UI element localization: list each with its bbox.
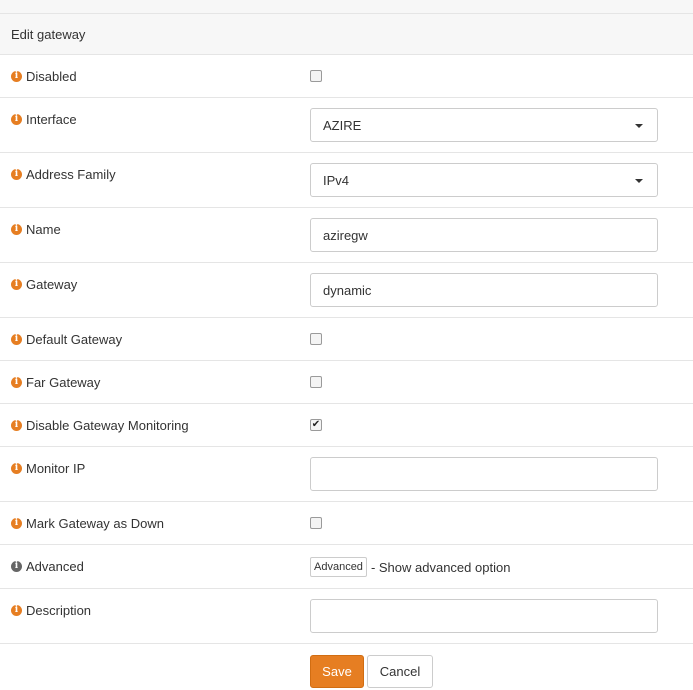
page-title: Edit gateway <box>0 14 693 55</box>
row-default-gateway: i Default Gateway <box>0 318 693 361</box>
caret-down-icon <box>635 124 643 128</box>
mark-down-checkbox[interactable] <box>310 517 322 529</box>
gateway-input-value: dynamic <box>323 282 372 298</box>
top-bar <box>0 0 693 14</box>
row-name: i Name aziregw <box>0 208 693 263</box>
label-disable-monitoring: i Disable Gateway Monitoring <box>11 418 189 433</box>
label-default-gateway: i Default Gateway <box>11 332 122 347</box>
label-text: Address Family <box>26 167 116 182</box>
info-icon[interactable]: i <box>11 224 22 235</box>
label-text: Default Gateway <box>26 332 123 347</box>
row-address-family: i Address Family IPv4 <box>0 153 693 208</box>
label-disabled: i Disabled <box>11 69 77 84</box>
label-description: i Description <box>11 603 91 618</box>
disabled-checkbox[interactable] <box>310 70 322 82</box>
advanced-button[interactable]: Advanced <box>310 557 367 577</box>
label-monitor-ip: i Monitor IP <box>11 461 85 476</box>
info-icon[interactable]: i <box>11 518 22 529</box>
label-text: Gateway <box>26 277 78 292</box>
info-icon[interactable]: i <box>11 377 22 388</box>
row-disable-monitoring: i Disable Gateway Monitoring ✔ <box>0 404 693 447</box>
monitor-ip-input[interactable] <box>310 457 658 491</box>
advanced-control: Advanced - Show advanced option <box>310 557 510 577</box>
advanced-hint: - Show advanced option <box>370 559 511 575</box>
info-icon[interactable]: i <box>11 561 22 572</box>
row-disabled: i Disabled <box>0 55 693 98</box>
label-text: Mark Gateway as Down <box>26 516 164 531</box>
address-family-select[interactable]: IPv4 <box>310 163 658 197</box>
disable-monitoring-checkbox[interactable]: ✔ <box>310 419 322 431</box>
label-mark-down: i Mark Gateway as Down <box>11 516 164 531</box>
info-icon[interactable]: i <box>11 334 22 345</box>
label-address-family: i Address Family <box>11 167 116 182</box>
interface-select[interactable]: AZIRE <box>310 108 658 142</box>
row-monitor-ip: i Monitor IP <box>0 447 693 502</box>
far-gateway-checkbox[interactable] <box>310 376 322 388</box>
label-text: Advanced <box>26 559 84 574</box>
checkmark-icon: ✔ <box>311 419 321 430</box>
info-icon[interactable]: i <box>11 169 22 180</box>
default-gateway-checkbox[interactable] <box>310 333 322 345</box>
info-icon[interactable]: i <box>11 605 22 616</box>
label-text: Name <box>26 222 61 237</box>
label-text: Disable Gateway Monitoring <box>26 418 189 433</box>
info-icon[interactable]: i <box>11 463 22 474</box>
row-description: i Description <box>0 589 693 644</box>
label-text: Description <box>26 603 92 618</box>
label-interface: i Interface <box>11 112 77 127</box>
info-icon[interactable]: i <box>11 71 22 82</box>
save-button[interactable]: Save <box>310 655 364 688</box>
info-icon[interactable]: i <box>11 114 22 125</box>
interface-selected-value: AZIRE <box>323 117 362 133</box>
name-input[interactable]: aziregw <box>310 218 658 252</box>
label-text: Far Gateway <box>26 375 101 390</box>
label-far-gateway: i Far Gateway <box>11 375 100 390</box>
row-actions: Save Cancel <box>0 644 693 690</box>
row-far-gateway: i Far Gateway <box>0 361 693 404</box>
row-interface: i Interface AZIRE <box>0 98 693 153</box>
label-text: Interface <box>26 112 77 127</box>
row-gateway: i Gateway dynamic <box>0 263 693 318</box>
name-input-value: aziregw <box>323 227 368 243</box>
cancel-button[interactable]: Cancel <box>367 655 433 688</box>
row-advanced: i Advanced Advanced - Show advanced opti… <box>0 545 693 589</box>
label-name: i Name <box>11 222 61 237</box>
label-text: Monitor IP <box>26 461 86 476</box>
caret-down-icon <box>635 179 643 183</box>
info-icon[interactable]: i <box>11 279 22 290</box>
row-mark-down: i Mark Gateway as Down <box>0 502 693 545</box>
description-input[interactable] <box>310 599 658 633</box>
address-family-selected-value: IPv4 <box>323 172 350 188</box>
label-advanced: i Advanced <box>11 559 84 574</box>
info-icon[interactable]: i <box>11 420 22 431</box>
label-text: Disabled <box>26 69 77 84</box>
gateway-input[interactable]: dynamic <box>310 273 658 307</box>
label-gateway: i Gateway <box>11 277 77 292</box>
